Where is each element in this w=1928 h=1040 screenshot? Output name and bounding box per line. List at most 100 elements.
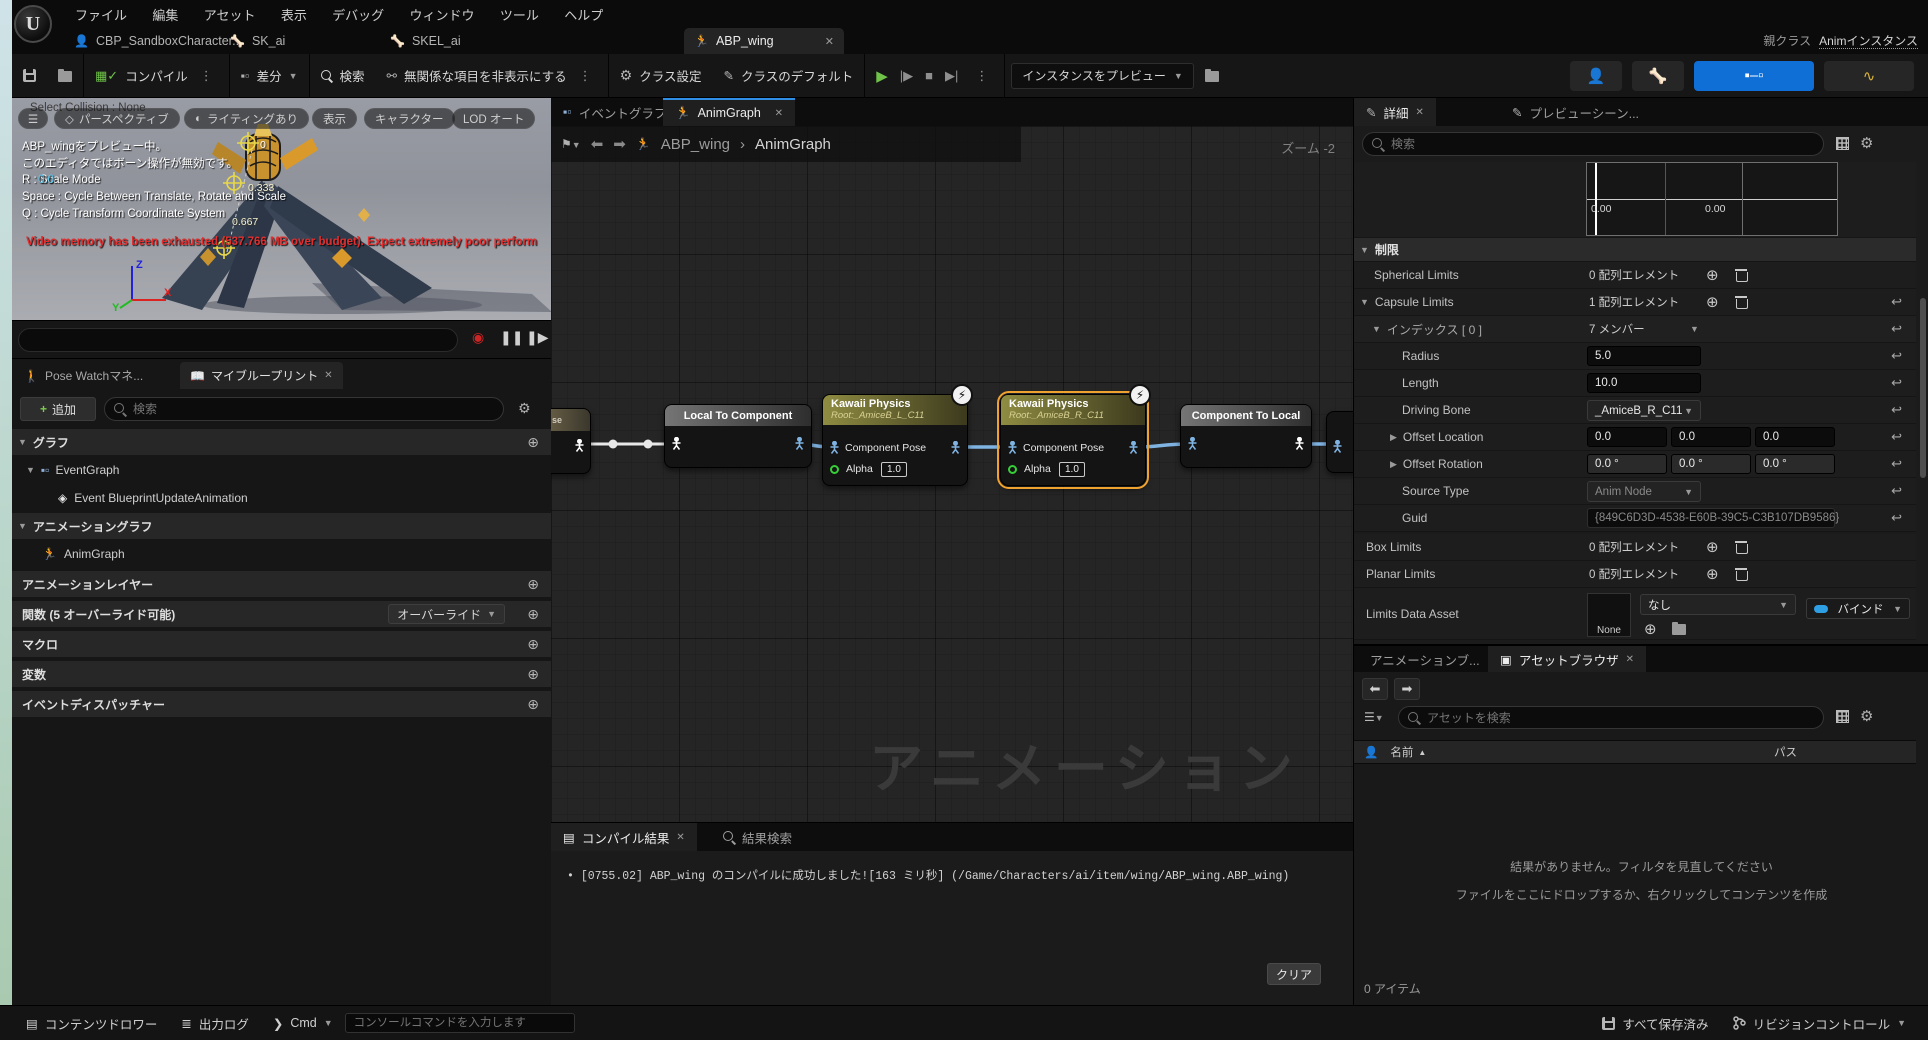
- content-drawer-button[interactable]: ▤ コンテンツドロワー: [14, 1006, 169, 1040]
- reset-icon[interactable]: ↩: [1891, 429, 1902, 445]
- mesh-mode-button[interactable]: 🦴: [1632, 61, 1684, 91]
- offset-rotation-x[interactable]: 0.0 °: [1587, 454, 1667, 474]
- back-button[interactable]: ⬅: [1362, 678, 1388, 700]
- menu-file[interactable]: ファイル: [64, 0, 138, 29]
- pose-pin-in[interactable]: [829, 441, 840, 454]
- show-dropdown[interactable]: 表示: [312, 108, 357, 129]
- add-macro-icon[interactable]: ⊕: [527, 636, 539, 653]
- asset-thumbnail[interactable]: None: [1587, 593, 1631, 637]
- lod-dropdown[interactable]: LOD オート: [452, 108, 535, 129]
- offset-rotation-z[interactable]: 0.0 °: [1755, 454, 1835, 474]
- node-local-to-component[interactable]: Local To Component: [664, 404, 812, 468]
- clear-button[interactable]: クリア: [1267, 963, 1321, 985]
- bind-dropdown[interactable]: バインド ▼: [1806, 598, 1910, 619]
- find-button[interactable]: 検索: [310, 54, 376, 98]
- diff-button[interactable]: ▪▫ 差分 ▼: [230, 54, 309, 98]
- alpha-pin[interactable]: [1008, 465, 1017, 474]
- offset-location-x[interactable]: 0.0: [1587, 427, 1667, 447]
- tab-details[interactable]: ✎ 詳細 ✕: [1354, 98, 1436, 126]
- collapse-triangle-icon[interactable]: ▼: [26, 465, 35, 475]
- stop-icon[interactable]: ■: [925, 68, 933, 83]
- search-input[interactable]: [1427, 711, 1814, 725]
- hide-unrelated-button[interactable]: ⚯ 無関係な項目を非表示にする ⋮: [376, 54, 608, 98]
- column-name[interactable]: 名前: [1390, 744, 1413, 760]
- details-scrollbar[interactable]: [1920, 298, 1926, 478]
- preview-viewport[interactable]: Select Collision : None ☰ ◇パースペクティブ ◐ライテ…: [12, 98, 551, 320]
- browse-asset-icon[interactable]: [1672, 624, 1686, 635]
- menu-debug[interactable]: デバッグ: [321, 0, 395, 29]
- driving-bone-dropdown[interactable]: _AmiceB_R_C11 ▼: [1587, 400, 1701, 421]
- bookmark-icon[interactable]: ⚑▼: [561, 137, 581, 151]
- type-column-icon[interactable]: 👤: [1364, 745, 1378, 759]
- add-element-icon[interactable]: ⊕: [1706, 266, 1719, 284]
- hide-options-icon[interactable]: ⋮: [574, 68, 597, 84]
- offset-location-z[interactable]: 0.0: [1755, 427, 1835, 447]
- pose-pin-out[interactable]: [794, 437, 805, 450]
- section-animation-graphs[interactable]: ▼ アニメーショングラフ: [12, 513, 551, 539]
- node-partial-right[interactable]: [1326, 411, 1353, 473]
- menu-asset[interactable]: アセット: [193, 0, 267, 29]
- skip-icon[interactable]: ▶|: [945, 68, 958, 84]
- collapse-triangle-icon[interactable]: ▼: [18, 521, 27, 531]
- pose-pin-out[interactable]: [1294, 437, 1305, 450]
- reset-icon[interactable]: ↩: [1891, 294, 1902, 310]
- tab-close-icon[interactable]: ✕: [775, 108, 783, 119]
- details-search[interactable]: [1362, 132, 1824, 156]
- section-event-dispatchers[interactable]: イベントディスパッチャー ⊕: [12, 691, 551, 717]
- pose-pin-out[interactable]: [950, 441, 961, 454]
- pose-pin-out[interactable]: [1128, 441, 1139, 454]
- add-element-icon[interactable]: ⊕: [1706, 538, 1719, 556]
- lit-mode-dropdown[interactable]: ◐ライティングあり: [184, 108, 309, 129]
- expand-triangle-icon[interactable]: ▶: [1390, 432, 1397, 443]
- graph-canvas[interactable]: ⚑▼ ⬅ ➡ 🏃 ABP_wing › AnimGraph ズーム -2 アニメ…: [551, 126, 1353, 822]
- section-macros[interactable]: マクロ ⊕: [12, 631, 551, 657]
- play-icon[interactable]: ▶: [876, 67, 888, 85]
- expand-triangle-icon[interactable]: ▶: [1390, 459, 1397, 470]
- add-element-icon[interactable]: ⊕: [1706, 565, 1719, 583]
- reset-icon[interactable]: ↩: [1891, 375, 1902, 391]
- curve-editor[interactable]: 0.00 0.00: [1586, 162, 1838, 236]
- reset-icon[interactable]: ↩: [1891, 321, 1902, 337]
- character-dropdown[interactable]: キャラクター: [364, 108, 455, 129]
- class-settings-button[interactable]: ⚙ クラス設定: [609, 54, 713, 98]
- add-function-icon[interactable]: ⊕: [527, 606, 539, 623]
- reset-icon[interactable]: ↩: [1891, 483, 1902, 499]
- menu-window[interactable]: ウィンドウ: [399, 0, 486, 29]
- tab-skel-ai[interactable]: 🦴 SKEL_ai: [380, 28, 471, 54]
- chevron-down-icon[interactable]: ▼: [1690, 324, 1699, 334]
- item-animgraph[interactable]: 🏃 AnimGraph: [12, 541, 551, 567]
- add-graph-icon[interactable]: ⊕: [527, 434, 539, 451]
- section-variables[interactable]: 変数 ⊕: [12, 661, 551, 687]
- menu-edit[interactable]: 編集: [141, 0, 189, 29]
- class-defaults-button[interactable]: ✎ クラスのデフォルト: [712, 54, 864, 98]
- parent-class-link[interactable]: Animインスタンス: [1819, 34, 1918, 49]
- forward-arrow-icon[interactable]: ➡: [613, 135, 626, 153]
- pose-pin-in[interactable]: [671, 437, 682, 450]
- node-kawaii-physics-right[interactable]: Kawaii Physics Root:_AmiceB_R_C11 Compon…: [1000, 394, 1146, 486]
- tab-close-icon[interactable]: ✕: [1626, 654, 1634, 665]
- display-filter-icon[interactable]: [1836, 137, 1849, 150]
- alpha-value-input[interactable]: 1.0: [1059, 462, 1085, 477]
- search-input[interactable]: [133, 402, 494, 416]
- asset-search[interactable]: [1398, 706, 1824, 729]
- menu-view[interactable]: 表示: [270, 0, 318, 29]
- alpha-value-input[interactable]: 1.0: [881, 462, 907, 477]
- breadcrumb-root[interactable]: ABP_wing: [661, 136, 730, 153]
- tab-compile-results[interactable]: ▤ コンパイル結果 ✕: [551, 823, 697, 851]
- tab-my-blueprint[interactable]: 📖 マイブループリント ✕: [180, 362, 343, 389]
- cmd-dropdown[interactable]: ❯ Cmd ▼: [261, 1006, 345, 1040]
- search-settings-gear-icon[interactable]: ⚙: [518, 400, 531, 417]
- pose-pin-in[interactable]: [1187, 437, 1198, 450]
- node-partial-left[interactable]: se: [551, 408, 591, 474]
- offset-location-y[interactable]: 0.0: [1671, 427, 1751, 447]
- menu-help[interactable]: ヘルプ: [553, 0, 614, 29]
- details-settings-gear-icon[interactable]: ⚙: [1860, 134, 1873, 152]
- radius-input[interactable]: 5.0: [1587, 346, 1701, 366]
- browse-button[interactable]: [47, 54, 83, 98]
- preview-instance-dropdown[interactable]: インスタンスをプレビュー ▼: [1011, 63, 1193, 89]
- save-all-status-button[interactable]: すべて保存済み: [1590, 1006, 1720, 1040]
- tab-find-results[interactable]: 結果検索: [711, 823, 804, 851]
- pause-button[interactable]: ❚❚: [500, 329, 523, 346]
- trash-icon[interactable]: [1736, 296, 1746, 309]
- section-graphs[interactable]: ▼ グラフ ⊕: [12, 429, 551, 455]
